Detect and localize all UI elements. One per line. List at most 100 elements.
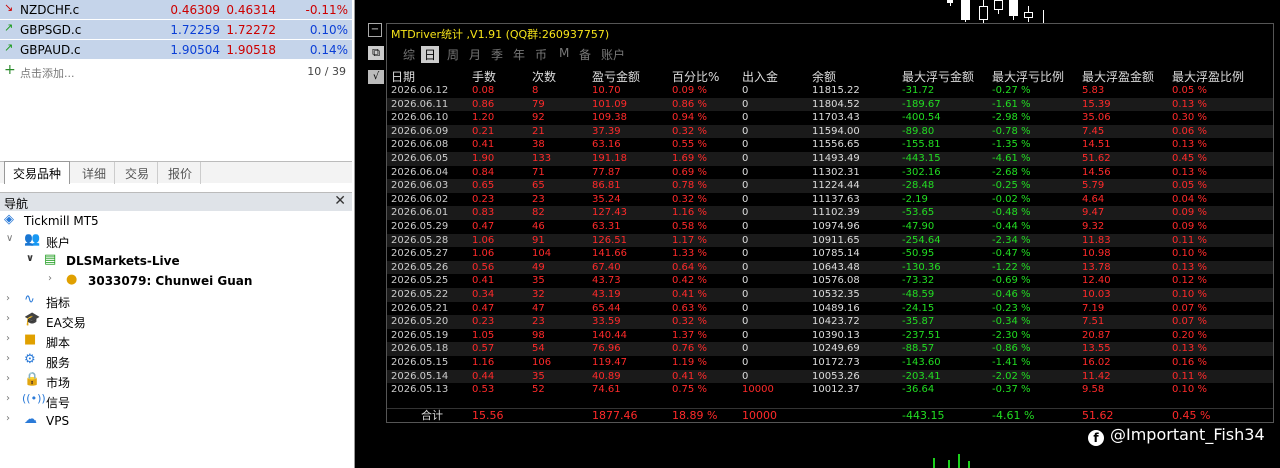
copy-button[interactable]: ⧉ xyxy=(368,46,384,60)
cell-max-floating-profit-pct: 0.16 % xyxy=(1172,357,1207,368)
nav-item-label: DLSMarkets-Live xyxy=(66,254,180,268)
cell-date: 2026.06.11 xyxy=(391,98,449,110)
cell-max-floating-loss-pct: -1.35 % xyxy=(992,139,1031,151)
cell-max-floating-loss-pct: -0.34 % xyxy=(992,316,1031,328)
symbol-bid: 1.90504 xyxy=(170,43,220,57)
check-button[interactable]: √ xyxy=(368,70,384,84)
cloud-icon: ☁ xyxy=(24,412,37,427)
cell-deposit: 0 xyxy=(742,166,749,178)
nav-item-terminal[interactable]: ◈ Tickmill MT5 xyxy=(0,211,352,231)
navigator-header: 导航 ✕ xyxy=(0,192,352,211)
stats-tab-week[interactable]: 周 xyxy=(447,46,459,63)
cell-trades: 23 xyxy=(532,193,545,205)
cell-max-floating-profit-pct: 0.13 % xyxy=(1172,139,1207,151)
cell-max-floating-profit-pct: 0.10 % xyxy=(1172,384,1207,396)
tab-trading[interactable]: 交易 xyxy=(117,162,159,184)
cell-max-floating-profit: 4.64 xyxy=(1082,193,1105,205)
chevron-right-icon[interactable]: › xyxy=(6,353,10,364)
stats-panel: MTDriver统计 ,V1.91 (QQ群:260937757) 综 日 周 … xyxy=(386,23,1274,423)
nav-item-signals[interactable]: › ((•)) 信号 xyxy=(0,391,352,411)
chevron-down-icon[interactable]: ∨ xyxy=(26,253,34,264)
cell-max-floating-profit: 13.55 xyxy=(1082,343,1111,355)
close-icon[interactable]: ✕ xyxy=(334,193,346,209)
cell-date: 2026.06.03 xyxy=(391,180,449,192)
stats-tab-currency[interactable]: 币 xyxy=(535,46,547,63)
column-header: 最大浮盈金额 xyxy=(1082,70,1155,84)
cell-max-floating-loss: -36.64 xyxy=(902,384,935,396)
watermark-text: @Important_Fish34 xyxy=(1110,425,1265,444)
cell-percent: 0.94 % xyxy=(672,112,707,124)
chevron-right-icon[interactable]: › xyxy=(48,273,52,284)
chevron-right-icon[interactable]: › xyxy=(6,293,10,304)
tab-details[interactable]: 详细 xyxy=(74,162,116,184)
cell-profit: 65.44 xyxy=(592,302,621,314)
cell-max-floating-loss: -302.16 xyxy=(902,166,941,178)
cell-max-floating-profit-pct: 0.13 % xyxy=(1172,261,1207,273)
cell-percent: 0.42 % xyxy=(672,275,707,287)
symbol-row[interactable]: ↘ NZDCHF.c 0.46309 0.46314 -0.11% xyxy=(0,0,352,20)
nav-item-vps[interactable]: › ☁ VPS xyxy=(0,411,352,431)
table-row: 2026.06.04 0.84 71 77.87 0.69 % 0 11302.31 -302… xyxy=(387,166,1273,180)
symbol-ask: 0.46314 xyxy=(226,3,276,17)
stats-tab-summary[interactable]: 综 xyxy=(403,46,415,63)
nav-item-indicators[interactable]: › ∿ 指标 xyxy=(0,291,352,311)
nav-item-market[interactable]: › 🔒 市场 xyxy=(0,371,352,391)
cell-trades: 52 xyxy=(532,384,545,396)
tab-symbols[interactable]: 交易品种 xyxy=(4,161,71,184)
chevron-right-icon[interactable]: › xyxy=(6,373,10,384)
cell-max-floating-profit-pct: 0.13 % xyxy=(1172,166,1207,178)
nav-item-label: 服务 xyxy=(46,356,71,370)
cell-lots: 1.16 xyxy=(472,357,495,368)
cell-balance: 11493.49 xyxy=(812,153,860,164)
stats-tab-month[interactable]: 月 xyxy=(469,46,481,63)
cell-max-floating-loss: -143.60 xyxy=(902,357,941,368)
chevron-down-icon[interactable]: ∨ xyxy=(6,233,13,244)
cell-balance: 11137.63 xyxy=(812,193,860,205)
cell-max-floating-loss: -237.51 xyxy=(902,329,941,341)
cell-lots: 1.06 xyxy=(472,248,495,260)
nav-item-experts[interactable]: › 🎓 EA交易 xyxy=(0,311,352,331)
cell-profit: 127.43 xyxy=(592,207,627,219)
cell-max-floating-loss-pct: -0.27 % xyxy=(992,85,1031,96)
table-row: 2026.06.01 0.83 82 127.43 1.16 % 0 11102.39 -53… xyxy=(387,206,1273,220)
cell-trades: 38 xyxy=(532,139,545,151)
cell-percent: 0.78 % xyxy=(672,180,707,192)
stats-tab-account[interactable]: 账户 xyxy=(601,46,625,63)
cell-max-floating-profit-pct: 0.07 % xyxy=(1172,302,1207,314)
nav-item-accounts[interactable]: ∨ 👥 账户 xyxy=(0,231,352,251)
chevron-right-icon[interactable]: › xyxy=(6,393,10,404)
cell-percent: 0.32 % xyxy=(672,316,707,328)
stats-tab-note[interactable]: 备 xyxy=(579,46,591,63)
nav-item-server[interactable]: ∨ ▤ DLSMarkets-Live xyxy=(0,251,352,271)
cell-date: 2026.05.22 xyxy=(391,289,449,300)
cell-max-floating-profit: 13.78 xyxy=(1082,261,1111,273)
cell-date: 2026.05.20 xyxy=(391,316,449,328)
chevron-right-icon[interactable]: › xyxy=(6,413,10,424)
nav-item-account-user[interactable]: › ● 3033079: Chunwei Guan xyxy=(0,271,352,291)
cell-percent: 0.64 % xyxy=(672,261,707,273)
cell-percent: 1.17 % xyxy=(672,234,707,246)
symbol-row[interactable]: ↗ GBPAUD.c 1.90504 1.90518 0.14% xyxy=(0,40,352,60)
cell-percent: 1.33 % xyxy=(672,248,707,260)
script-icon: ■ xyxy=(24,332,37,347)
cell-max-floating-loss: -24.15 xyxy=(902,302,935,314)
cell-trades: 46 xyxy=(532,221,545,232)
cell-max-floating-profit: 51.62 xyxy=(1082,153,1111,164)
table-row: 2026.05.27 1.06 104 141.66 1.33 % 0 10785.14 -5… xyxy=(387,247,1273,261)
nav-item-services[interactable]: › ⚙ 服务 xyxy=(0,351,352,371)
stats-tab-day[interactable]: 日 xyxy=(421,46,440,63)
cell-date: 2026.06.01 xyxy=(391,207,449,219)
tab-ticks[interactable]: 报价 xyxy=(160,162,202,184)
cell-max-floating-loss: -203.41 xyxy=(902,370,941,382)
stats-tab-magic[interactable]: M xyxy=(559,46,569,60)
cell-lots: 0.41 xyxy=(472,139,495,151)
nav-item-scripts[interactable]: › ■ 脚本 xyxy=(0,331,352,351)
stats-tab-year[interactable]: 年 xyxy=(513,46,525,63)
symbol-row[interactable]: ↗ GBPSGD.c 1.72259 1.72272 0.10% xyxy=(0,20,352,40)
chevron-right-icon[interactable]: › xyxy=(6,333,10,344)
minimize-button[interactable]: − xyxy=(368,23,382,37)
chevron-right-icon[interactable]: › xyxy=(6,313,10,324)
cell-trades: 54 xyxy=(532,343,545,355)
stats-tab-quarter[interactable]: 季 xyxy=(491,46,503,63)
add-symbol-row[interactable]: + 点击添加... 10 / 39 xyxy=(0,61,352,81)
